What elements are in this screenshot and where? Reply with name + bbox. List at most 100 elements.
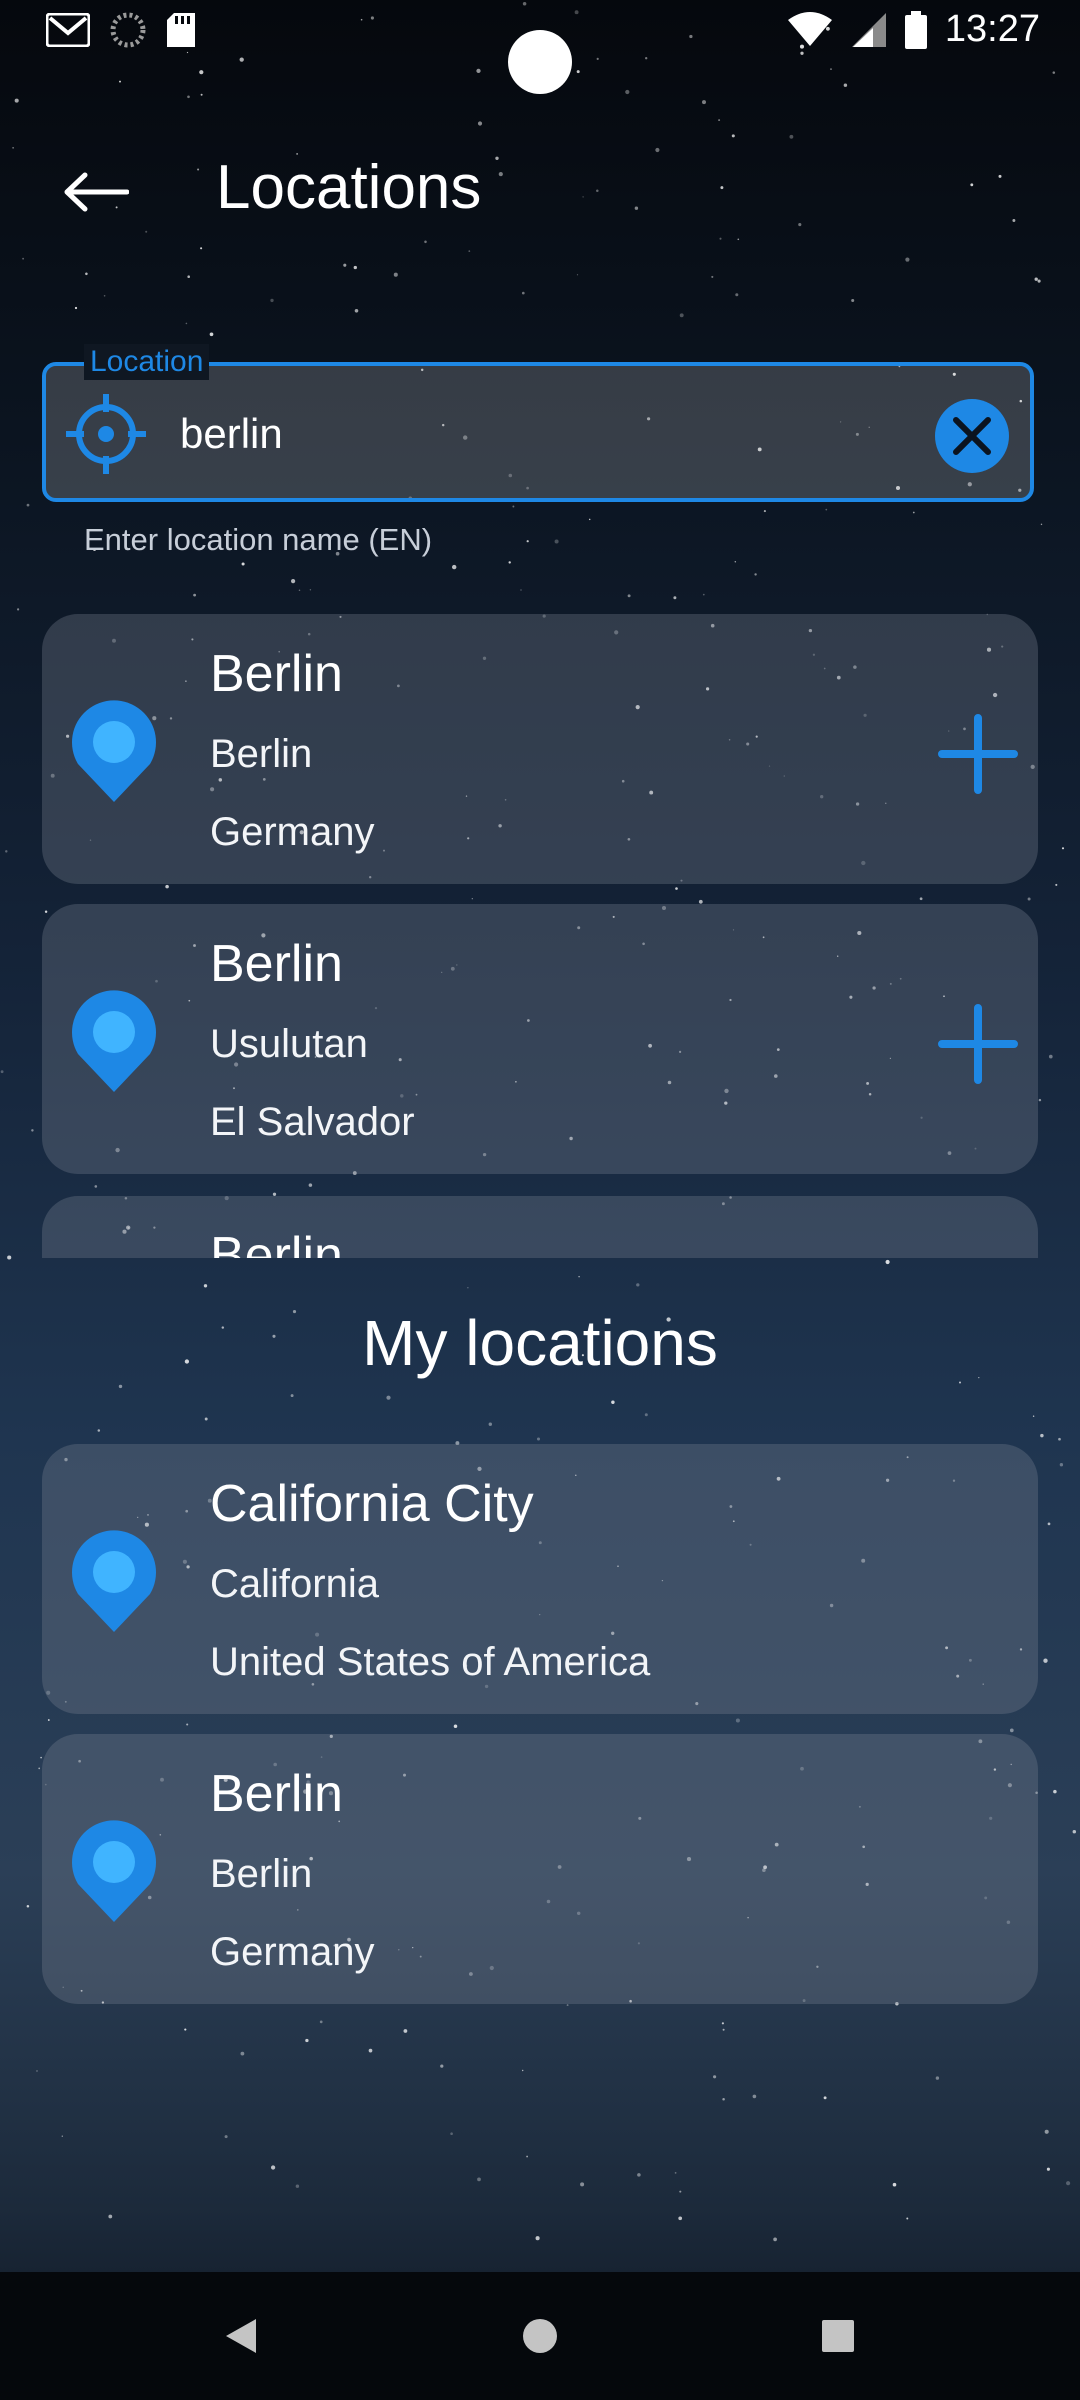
star: [184, 2028, 187, 2031]
nav-recents-button[interactable]: [808, 2306, 868, 2366]
my-location-name: Berlin: [210, 1765, 343, 1823]
my-location-card[interactable]: Berlin Berlin Germany: [42, 1734, 1038, 2004]
star: [452, 564, 457, 570]
star: [851, 298, 855, 303]
arrow-left-icon: [64, 172, 129, 212]
star: [521, 291, 525, 295]
star: [535, 2236, 540, 2241]
star: [1040, 523, 1043, 526]
result-card[interactable]: Berlin: [42, 1196, 1038, 1258]
star: [14, 98, 19, 103]
front-camera: [508, 30, 572, 94]
star: [467, 1287, 469, 1289]
star: [193, 593, 197, 597]
location-pin-icon: [72, 700, 156, 802]
add-location-button[interactable]: [938, 1004, 1018, 1084]
star: [36, 2070, 38, 2072]
star: [187, 275, 190, 279]
star: [403, 2029, 408, 2033]
star: [241, 562, 245, 566]
my-location-card[interactable]: California City California United States…: [42, 1444, 1038, 1714]
result-country: Germany: [210, 810, 375, 854]
star: [1048, 1054, 1053, 1059]
star: [1059, 1463, 1064, 1467]
star: [38, 1767, 41, 1770]
back-button[interactable]: [52, 160, 140, 224]
star: [270, 298, 274, 303]
star: [0, 1070, 4, 1074]
star: [702, 100, 706, 105]
star: [1055, 883, 1058, 886]
star: [576, 70, 580, 74]
star: [204, 1417, 208, 1421]
star: [673, 596, 677, 600]
nav-back-button[interactable]: [210, 2306, 270, 2366]
result-country: El Salvador: [210, 1100, 415, 1144]
star: [905, 257, 910, 262]
result-name: Berlin: [210, 645, 343, 703]
star: [754, 573, 757, 576]
star: [702, 593, 705, 596]
result-name: Berlin: [210, 1227, 343, 1258]
star: [644, 1413, 648, 1417]
star: [61, 2135, 63, 2137]
location-search-input[interactable]: [178, 398, 942, 470]
star: [576, 274, 579, 276]
star: [118, 1384, 123, 1389]
star: [343, 263, 347, 267]
star: [354, 309, 359, 313]
star: [906, 2217, 909, 2220]
star: [7, 1255, 12, 1260]
star: [309, 589, 312, 591]
star: [386, 1395, 391, 1400]
cell-signal-icon: [851, 12, 886, 47]
star: [731, 134, 735, 138]
star: [734, 561, 737, 563]
result-card[interactable]: Berlin Berlin Germany: [42, 614, 1038, 884]
star: [26, 503, 30, 507]
star: [1034, 277, 1038, 281]
clear-circle-icon[interactable]: [934, 398, 1010, 474]
result-region: Usulutan: [210, 1022, 368, 1066]
star: [721, 2022, 724, 2025]
star: [209, 332, 214, 337]
star: [368, 2048, 373, 2053]
app-bar: Locations: [0, 140, 1080, 240]
page-title: Locations: [216, 153, 482, 222]
star: [200, 247, 203, 250]
star: [735, 1718, 740, 1723]
star: [526, 540, 529, 543]
star: [773, 2237, 777, 2242]
star: [40, 1756, 42, 1759]
star: [718, 119, 721, 122]
star: [295, 2184, 300, 2188]
status-bar: 13:27: [0, 0, 1080, 94]
crosshair-icon[interactable]: [64, 392, 148, 476]
star: [74, 306, 78, 310]
star: [1058, 1437, 1061, 1441]
star: [26, 1905, 30, 1908]
star: [477, 2177, 481, 2182]
star: [393, 272, 398, 277]
star: [588, 518, 591, 521]
battery-icon: [904, 10, 927, 49]
location-field[interactable]: Location: [42, 344, 1034, 502]
star: [627, 594, 631, 598]
star: [468, 250, 471, 252]
star: [17, 608, 20, 611]
my-location-name: California City: [210, 1475, 534, 1533]
location-pin-icon: [72, 1820, 156, 1922]
star: [580, 2182, 585, 2187]
nav-home-button[interactable]: [510, 2306, 570, 2366]
star: [512, 505, 515, 508]
location-pin-icon: [72, 990, 156, 1092]
status-time: 13:27: [944, 8, 1040, 50]
add-location-button[interactable]: [938, 714, 1018, 794]
star: [187, 95, 190, 99]
star: [637, 2173, 641, 2177]
result-card[interactable]: Berlin Usulutan El Salvador: [42, 904, 1038, 1174]
star: [678, 2216, 683, 2221]
star: [1009, 1728, 1014, 1733]
loading-icon: [110, 12, 146, 48]
star: [526, 2155, 529, 2158]
